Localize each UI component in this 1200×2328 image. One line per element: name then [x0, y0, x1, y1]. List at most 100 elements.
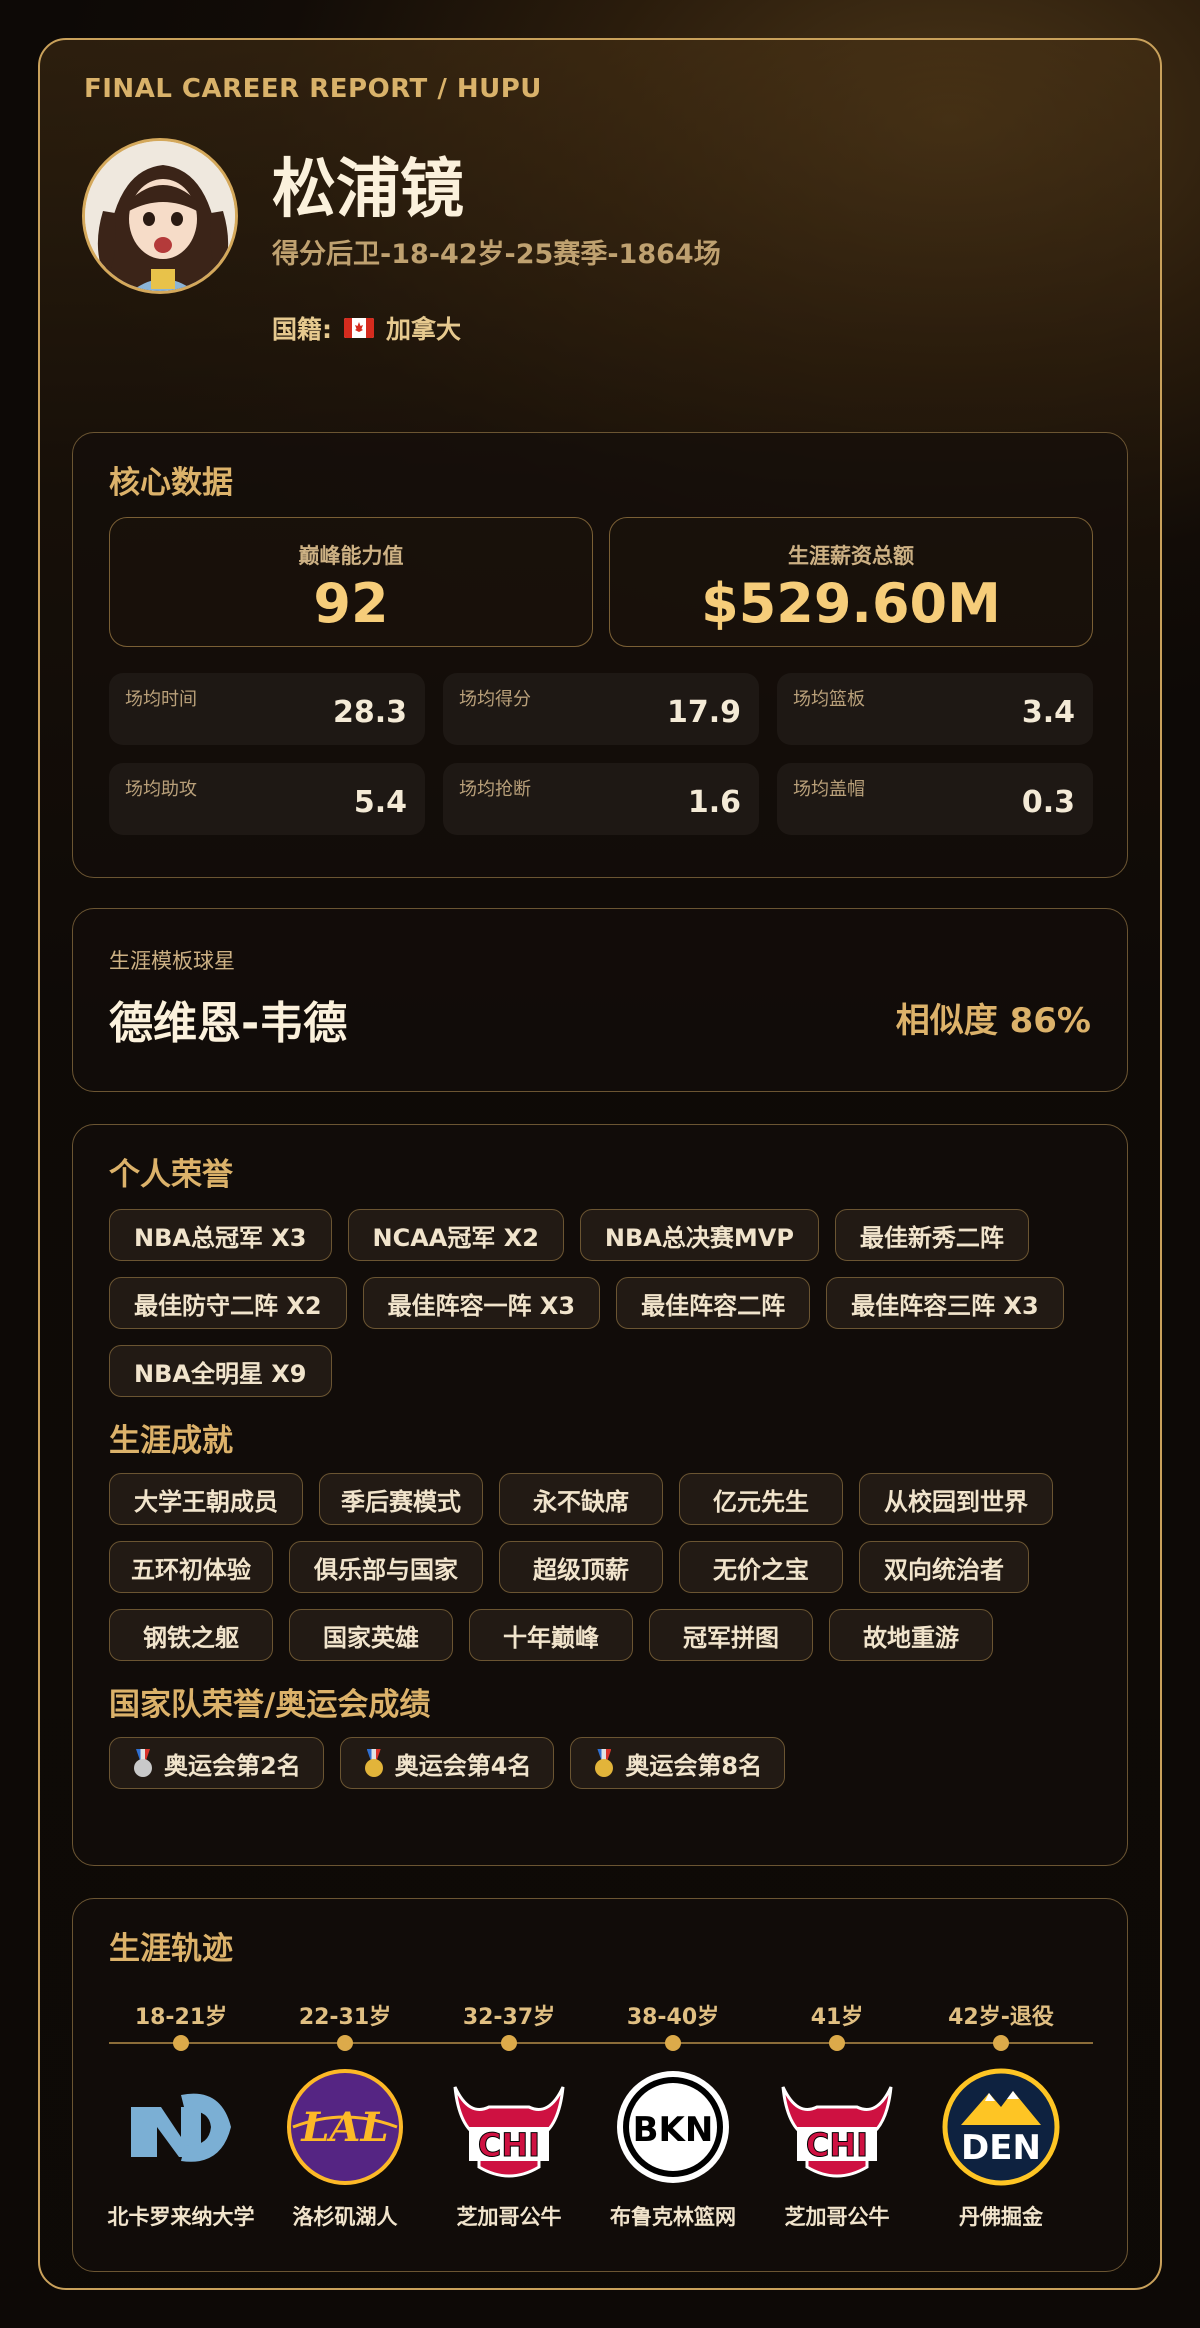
honor-tag: NBA全明星 X9	[109, 1345, 332, 1397]
olympic-result-tag: 奥运会第4名	[339, 1737, 555, 1789]
template-player-name: 德维恩-韦德	[109, 998, 348, 1049]
career-stop-age: 18-21岁	[134, 2005, 228, 2030]
achievements-title: 生涯成就	[109, 1423, 233, 1459]
stat-value: 1.6	[687, 785, 741, 820]
olympics-row: 奥运会第2名 奥运会第4名 奥运会第8名	[109, 1737, 786, 1789]
honor-tag: 最佳阵容三阵 X3	[826, 1277, 1064, 1329]
achievement-tag: 十年巅峰	[469, 1609, 633, 1661]
timeline-dot	[665, 2035, 681, 2051]
unc-logo-icon	[131, 2093, 231, 2162]
svg-text:DEN: DEN	[961, 2128, 1041, 2168]
career-salary-box: 生涯薪资总额 $529.60M	[609, 517, 1093, 647]
honors-row-1: NBA总冠军 X3 NCAA冠军 X2 NBA总决赛MVP 最佳新秀二阵	[109, 1209, 1029, 1261]
career-stop-team: 芝加哥公牛	[784, 2205, 890, 2229]
career-stop-team: 北卡罗来纳大学	[107, 2205, 255, 2229]
timeline-dot	[337, 2035, 353, 2051]
honor-tag: NBA总决赛MVP	[579, 1209, 819, 1261]
gold-medal-icon	[593, 1749, 615, 1777]
stat-rebounds: 场均篮板 3.4	[777, 673, 1093, 745]
svg-text:CHI: CHI	[478, 2126, 540, 2164]
silver-medal-icon	[132, 1749, 154, 1777]
career-stop-age: 38-40岁	[626, 2005, 720, 2030]
achievement-tag: 钢铁之躯	[109, 1609, 273, 1661]
career-stop-team: 洛杉矶湖人	[292, 2205, 398, 2229]
svg-text:LAL: LAL	[300, 2104, 388, 2151]
brand-title: FINAL CAREER REPORT / HUPU	[84, 74, 542, 104]
canada-flag-icon	[344, 318, 374, 338]
stat-label: 场均篮板	[793, 689, 865, 710]
timeline-dot	[993, 2035, 1009, 2051]
nets-logo-icon: BKN	[617, 2071, 729, 2183]
peak-ability-value: 92	[313, 572, 389, 635]
olympics-title: 国家队荣誉/奥运会成绩	[109, 1687, 431, 1723]
career-salary-label: 生涯薪资总额	[788, 544, 914, 568]
honors-title: 个人荣誉	[109, 1157, 233, 1193]
stat-blocks: 场均盖帽 0.3	[777, 763, 1093, 835]
achievement-tag: 俱乐部与国家	[289, 1541, 483, 1593]
honor-tag: NBA总冠军 X3	[109, 1209, 332, 1261]
stat-label: 场均得分	[459, 689, 531, 710]
stat-label: 场均时间	[125, 689, 197, 710]
stat-points: 场均得分 17.9	[443, 673, 759, 745]
career-stop: 32-37岁 CHI 芝加哥公牛	[427, 1899, 591, 2273]
timeline-dot	[173, 2035, 189, 2051]
achievement-tag: 冠军拼图	[649, 1609, 813, 1661]
stat-value: 28.3	[332, 695, 407, 730]
career-stop-team: 布鲁克林篮网	[610, 2205, 736, 2229]
career-stop-team: 芝加哥公牛	[456, 2205, 562, 2229]
bulls-logo-icon: CHI	[781, 2086, 893, 2178]
core-data-title: 核心数据	[109, 465, 233, 501]
stat-label: 场均抢断	[459, 779, 531, 800]
stat-minutes: 场均时间 28.3	[109, 673, 425, 745]
honors-row-3: NBA全明星 X9	[109, 1345, 332, 1397]
achievement-tag: 故地重游	[829, 1609, 993, 1661]
stat-value: 5.4	[353, 785, 407, 820]
stat-steals: 场均抢断 1.6	[443, 763, 759, 835]
svg-text:CHI: CHI	[806, 2126, 868, 2164]
nuggets-logo-icon: DEN	[942, 2068, 1060, 2186]
achievement-tag: 双向统治者	[859, 1541, 1029, 1593]
stat-label: 场均盖帽	[793, 779, 865, 800]
career-stop-age: 42岁-退役	[948, 2005, 1054, 2030]
honor-tag: 最佳防守二阵 X2	[109, 1277, 347, 1329]
career-stop: 22-31岁 LAL 洛杉矶湖人	[263, 1899, 427, 2273]
achievement-tag: 无价之宝	[679, 1541, 843, 1593]
achievement-tag: 五环初体验	[109, 1541, 273, 1593]
peak-ability-label: 巅峰能力值	[298, 544, 404, 568]
career-stop-age: 22-31岁	[298, 2005, 392, 2030]
avatar-photo-icon	[85, 141, 235, 291]
honor-tag: 最佳新秀二阵	[834, 1209, 1029, 1261]
honors-panel: 个人荣誉 NBA总冠军 X3 NCAA冠军 X2 NBA总决赛MVP 最佳新秀二…	[72, 1124, 1128, 1866]
achievement-tag: 季后赛模式	[319, 1473, 483, 1525]
olympic-result-label: 奥运会第4名	[394, 1751, 532, 1780]
nationality-row: 国籍: 加拿大	[272, 310, 461, 346]
achievement-tag: 超级顶薪	[499, 1541, 663, 1593]
peak-ability-box: 巅峰能力值 92	[109, 517, 593, 647]
svg-text:BKN: BKN	[633, 2110, 714, 2150]
template-player-label: 生涯模板球星	[109, 949, 235, 973]
achievement-tag: 从校园到世界	[859, 1473, 1053, 1525]
achievements-row-3: 钢铁之躯 国家英雄 十年巅峰 冠军拼图 故地重游	[109, 1609, 993, 1661]
stat-value: 0.3	[1021, 785, 1075, 820]
achievement-tag: 亿元先生	[679, 1473, 843, 1525]
lakers-logo-icon: LAL	[287, 2069, 403, 2185]
achievements-row-2: 五环初体验 俱乐部与国家 超级顶薪 无价之宝 双向统治者	[109, 1541, 1029, 1593]
career-salary-value: $529.60M	[701, 572, 1001, 635]
achievement-tag: 大学王朝成员	[109, 1473, 303, 1525]
bulls-logo-icon: CHI	[453, 2086, 565, 2178]
achievement-tag: 永不缺席	[499, 1473, 663, 1525]
timeline-dot	[501, 2035, 517, 2051]
career-stop-team: 丹佛掘金	[959, 2205, 1043, 2229]
career-path-panel: 生涯轨迹 18-21岁 北卡罗来纳大学 22-31岁 LAL 洛杉矶湖人 32-…	[72, 1898, 1128, 2272]
career-stop-age: 41岁	[810, 2005, 864, 2030]
honor-tag: 最佳阵容一阵 X3	[362, 1277, 601, 1329]
olympic-result-tag: 奥运会第8名	[570, 1737, 786, 1789]
stat-value: 3.4	[1021, 695, 1075, 730]
stat-value: 17.9	[666, 695, 741, 730]
olympic-result-label: 奥运会第8名	[625, 1751, 763, 1780]
player-name: 松浦镜	[272, 153, 464, 227]
career-stop: 42岁-退役 DEN 丹佛掘金	[919, 1899, 1083, 2273]
nationality-value: 加拿大	[386, 315, 462, 344]
template-similarity: 相似度 86%	[895, 1001, 1091, 1041]
career-stop-age: 32-37岁	[462, 2005, 556, 2030]
